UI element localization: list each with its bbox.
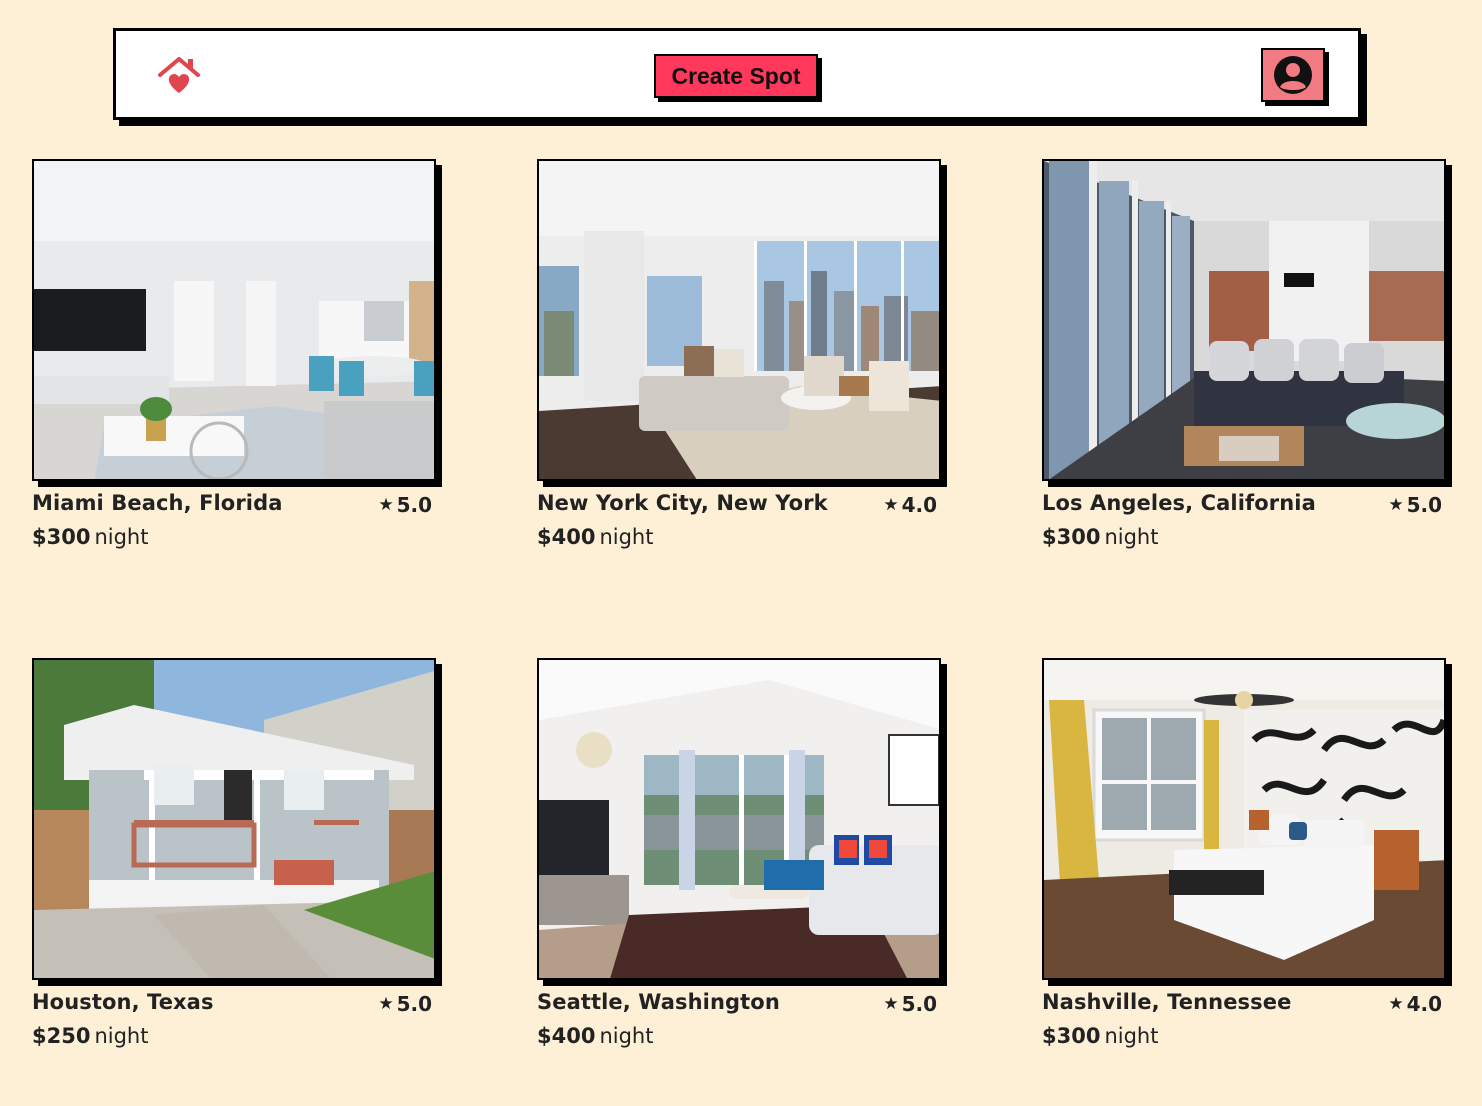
spot-price: $250 night [32,1024,438,1048]
spot-price: $400 night [537,1024,943,1048]
price-unit: night [94,1024,149,1048]
star-icon: ★ [883,495,899,515]
star-icon: ★ [883,994,899,1014]
star-icon: ★ [378,994,394,1014]
house-heart-icon[interactable] [156,55,202,97]
rating-value: 4.0 [901,493,937,517]
price-unit: night [1104,1024,1159,1048]
spot-price: $400 night [537,525,943,549]
spot-location: Houston, Texas [32,990,214,1014]
spot-card[interactable]: Nashville, Tennessee ★ 4.0 $300 night [1042,658,1448,1048]
price-value: $300 [1042,1024,1101,1048]
spot-card[interactable]: Los Angeles, California ★ 5.0 $300 night [1042,159,1448,549]
price-unit: night [94,525,149,549]
price-unit: night [599,525,654,549]
spot-rating: ★ 4.0 [883,493,937,517]
spot-photo [32,159,436,481]
rating-value: 4.0 [1406,992,1442,1016]
spot-card[interactable]: Houston, Texas ★ 5.0 $250 night [32,658,438,1048]
spot-rating: ★ 5.0 [378,493,432,517]
top-nav: Create Spot [113,28,1361,120]
price-value: $300 [32,525,91,549]
spot-location: Los Angeles, California [1042,491,1316,515]
spot-location: New York City, New York [537,491,828,515]
star-icon: ★ [1388,994,1404,1014]
spot-rating: ★ 5.0 [378,992,432,1016]
spot-card[interactable]: Miami Beach, Florida ★ 5.0 $300 night [32,159,438,549]
spot-rating: ★ 5.0 [883,992,937,1016]
rating-value: 5.0 [1406,493,1442,517]
price-value: $400 [537,1024,596,1048]
spot-photo [537,658,941,980]
spot-photo [1042,658,1446,980]
spot-location: Nashville, Tennessee [1042,990,1292,1014]
star-icon: ★ [378,495,394,515]
profile-button[interactable] [1261,48,1325,102]
create-spot-button[interactable]: Create Spot [654,54,818,98]
spot-photo [1042,159,1446,481]
spot-card[interactable]: Seattle, Washington ★ 5.0 $400 night [537,658,943,1048]
spot-rating: ★ 4.0 [1388,992,1442,1016]
spot-photo [32,658,436,980]
spot-location: Miami Beach, Florida [32,491,283,515]
price-unit: night [1104,525,1159,549]
price-value: $250 [32,1024,91,1048]
user-circle-icon [1274,56,1312,94]
rating-value: 5.0 [396,992,432,1016]
price-value: $300 [1042,525,1101,549]
rating-value: 5.0 [901,992,937,1016]
star-icon: ★ [1388,495,1404,515]
spot-price: $300 night [1042,1024,1448,1048]
rating-value: 5.0 [396,493,432,517]
spot-rating: ★ 5.0 [1388,493,1442,517]
spot-photo [537,159,941,481]
spot-location: Seattle, Washington [537,990,780,1014]
spot-price: $300 night [1042,525,1448,549]
price-unit: night [599,1024,654,1048]
spot-price: $300 night [32,525,438,549]
spot-card[interactable]: New York City, New York ★ 4.0 $400 night [537,159,943,549]
price-value: $400 [537,525,596,549]
